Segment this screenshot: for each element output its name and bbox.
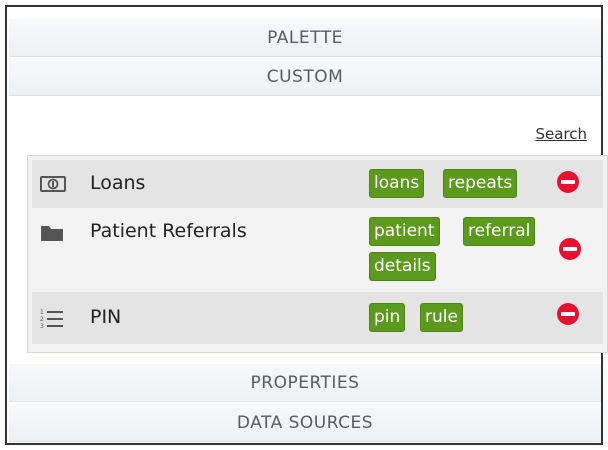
svg-text:1: 1 — [40, 309, 44, 316]
custom-section-header[interactable]: CUSTOM — [9, 58, 601, 96]
remove-icon[interactable] — [557, 171, 579, 193]
item-name: Loans — [90, 172, 146, 194]
list-item-patient-referrals[interactable]: Patient Referrals patient referral detai… — [32, 208, 603, 292]
svg-text:2: 2 — [40, 316, 44, 323]
palette-section-header[interactable]: PALETTE — [9, 19, 601, 57]
money-icon — [40, 176, 66, 196]
numbered-list-icon: 1 2 3 — [40, 308, 64, 334]
tag-referral[interactable]: referral — [463, 217, 536, 246]
custom-palette-panel: PALETTE CUSTOM Search Loans loans repeat… — [5, 5, 608, 445]
tag-rule[interactable]: rule — [420, 303, 463, 332]
item-name: PIN — [90, 306, 122, 328]
list-item-pin[interactable]: 1 2 3 PIN pin rule — [32, 292, 603, 344]
tag-patient[interactable]: patient — [369, 217, 440, 246]
svg-text:3: 3 — [40, 323, 44, 330]
remove-icon[interactable] — [559, 238, 581, 260]
custom-items-list: Loans loans repeats Patient Referrals pa… — [27, 155, 608, 353]
tag-pin[interactable]: pin — [369, 303, 406, 332]
data-sources-section-header[interactable]: DATA SOURCES — [9, 404, 601, 442]
folder-icon — [40, 224, 64, 246]
properties-section-header[interactable]: PROPERTIES — [9, 364, 601, 402]
tag-details[interactable]: details — [369, 252, 436, 281]
tag-loans[interactable]: loans — [369, 169, 425, 198]
tag-repeats[interactable]: repeats — [443, 169, 518, 198]
item-name: Patient Referrals — [90, 220, 247, 242]
search-link[interactable]: Search — [535, 125, 587, 143]
remove-icon[interactable] — [557, 303, 579, 325]
list-item-loans[interactable]: Loans loans repeats — [32, 160, 603, 208]
